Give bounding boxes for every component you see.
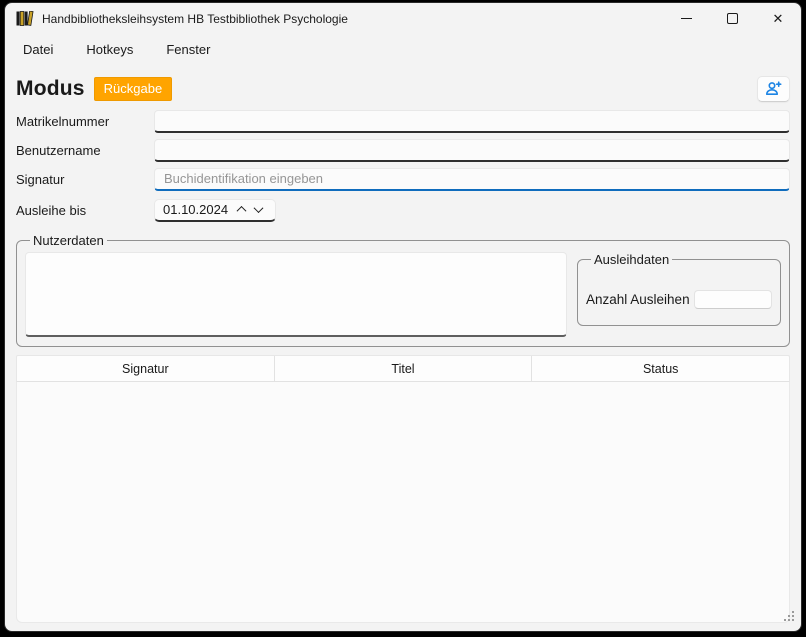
table-body (16, 382, 790, 623)
close-icon: ✕ (773, 12, 784, 25)
form-row-ausleihe-bis: Ausleihe bis (16, 199, 790, 221)
content: Modus Rückgabe Matrikelnummer Ben (5, 73, 801, 623)
loans-table: Signatur Titel Status (16, 355, 790, 623)
nutzerdaten-group: Nutzerdaten Ausleihdaten Anzahl Ausleihe… (16, 233, 790, 347)
matrikelnummer-input[interactable] (154, 110, 790, 133)
menu-bar: Datei Hotkeys Fenster (5, 34, 801, 64)
form-row-signatur: Signatur (16, 168, 790, 190)
window-title: Handbibliotheksleihsystem HB Testbibliot… (42, 12, 348, 26)
column-header-titel[interactable]: Titel (274, 356, 532, 381)
matrikelnummer-label: Matrikelnummer (16, 114, 154, 129)
ausleihdaten-legend: Ausleihdaten (591, 252, 672, 267)
nutzerdaten-legend: Nutzerdaten (30, 233, 107, 248)
column-header-status[interactable]: Status (531, 356, 789, 381)
mode-badge: Rückgabe (94, 77, 173, 101)
maximize-icon (727, 13, 738, 24)
table-header: Signatur Titel Status (16, 355, 790, 382)
maximize-button[interactable] (709, 3, 755, 34)
form: Matrikelnummer Benutzername Signatur Aus… (16, 110, 790, 221)
close-button[interactable]: ✕ (755, 3, 801, 34)
nutzerdaten-textarea[interactable] (25, 252, 567, 337)
page-title: Modus (16, 77, 85, 101)
ausleihe-bis-label: Ausleihe bis (16, 203, 154, 218)
spin-up-button[interactable] (233, 200, 250, 220)
form-row-benutzername: Benutzername (16, 139, 790, 161)
menu-hotkeys[interactable]: Hotkeys (86, 42, 133, 57)
mode-row: Modus Rückgabe (16, 73, 790, 104)
date-input[interactable] (163, 202, 233, 217)
signatur-input[interactable] (154, 168, 790, 191)
ausleihdaten-group: Ausleihdaten Anzahl Ausleihen (577, 252, 781, 326)
window-controls: ✕ (663, 3, 801, 34)
app-window: Handbibliotheksleihsystem HB Testbibliot… (4, 2, 802, 632)
chevron-down-icon (254, 203, 264, 213)
anzahl-ausleihen-input[interactable] (694, 290, 772, 309)
spin-down-button[interactable] (250, 200, 267, 220)
benutzername-input[interactable] (154, 139, 790, 162)
resize-grip[interactable] (784, 609, 795, 627)
anzahl-ausleihen-label: Anzahl Ausleihen (586, 292, 694, 307)
menu-fenster[interactable]: Fenster (166, 42, 210, 57)
add-user-button[interactable] (757, 76, 790, 102)
person-plus-icon (765, 81, 782, 96)
chevron-up-icon (237, 206, 247, 216)
minimize-button[interactable] (663, 3, 709, 34)
column-header-signatur[interactable]: Signatur (17, 356, 274, 381)
signatur-label: Signatur (16, 172, 154, 187)
screen: Handbibliotheksleihsystem HB Testbibliot… (0, 0, 806, 637)
minimize-icon (681, 18, 692, 19)
anzahl-row: Anzahl Ausleihen (586, 290, 772, 309)
date-spinner[interactable] (154, 199, 276, 222)
title-bar: Handbibliotheksleihsystem HB Testbibliot… (5, 3, 801, 34)
menu-datei[interactable]: Datei (23, 42, 53, 57)
benutzername-label: Benutzername (16, 143, 154, 158)
books-icon (16, 11, 34, 26)
form-row-matrikelnummer: Matrikelnummer (16, 110, 790, 132)
